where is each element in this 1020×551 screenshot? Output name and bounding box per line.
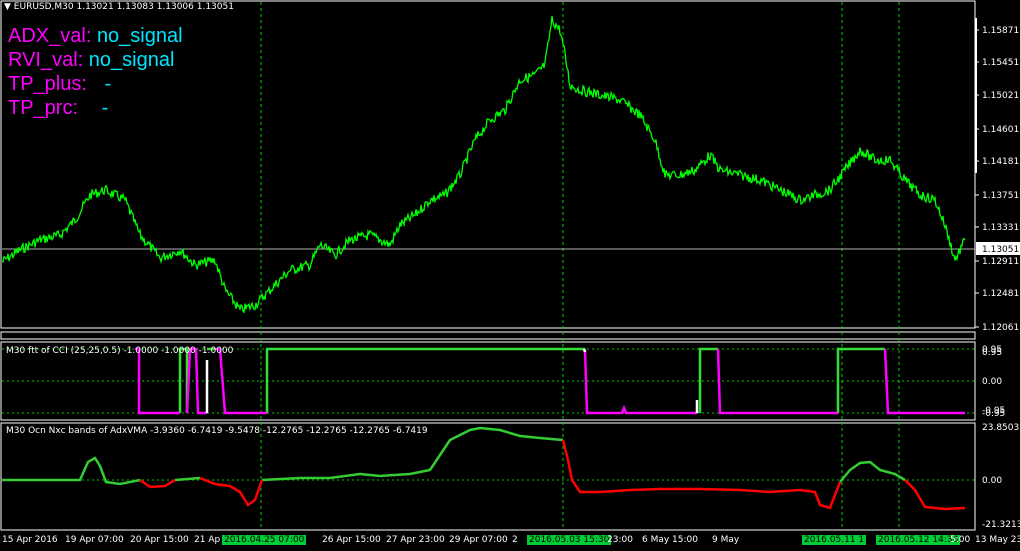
cci-levels (2, 348, 975, 414)
overlay-rvi: RVI_val: no_signal (8, 48, 174, 72)
price-axis: 1.15871 1.15451 1.15021 1.14601 1.14181 1.137… (975, 18, 1019, 333)
cci-tick-label: 0.95 (982, 348, 1002, 358)
date-axis-highlight-label: 2016.04.25 07:00 (222, 535, 307, 545)
date-axis-label: 13 May 23:00 (975, 535, 1020, 545)
cci-tick-label: 0.00 (982, 377, 1002, 387)
date-axis-label: 2 (512, 535, 518, 545)
overlay-label: TP_prc: (8, 97, 79, 119)
price-tick-label: 1.14181 (982, 157, 1019, 167)
dropdown-triangle-icon[interactable]: ▼ (4, 2, 11, 12)
overlay-label: TP_plus: (8, 73, 87, 95)
price-tick-label: 1.15021 (982, 91, 1019, 101)
price-tick-label: 1.15451 (982, 58, 1019, 68)
date-axis-label: 15 Apr 2016 (2, 535, 58, 545)
overlay-value: - (101, 97, 109, 119)
price-tick-label: 1.15871 (982, 26, 1019, 36)
overlay-tp-plus: TP_plus: - (8, 72, 111, 96)
date-axis-highlight-label: 2016.05.03 15:30 (527, 535, 612, 545)
price-tick-label: 1.14601 (982, 125, 1019, 135)
date-axis-label: 23:00 (607, 535, 633, 545)
adx-tick-label: 23.8503 (982, 423, 1019, 433)
price-tick-label: 1.13751 (982, 191, 1019, 201)
overlay-adx: ADX_val: no_signal (8, 24, 183, 48)
date-axis-label: 27 Apr 23:00 (386, 535, 445, 545)
current-price-label: 1.13051 (982, 245, 1019, 255)
cci-axis: 0.950.950.00-0.95-0.95 (982, 345, 1005, 419)
date-axis-label: 20 Apr 15:00 (130, 535, 189, 545)
date-axis-label: 26 Apr 15:00 (322, 535, 381, 545)
adx-axis: 23.8503 0.00 -21.3213 (982, 423, 1020, 530)
price-axis-scroll-bar[interactable] (975, 18, 977, 173)
chart-canvas[interactable]: 1.15871 1.15451 1.15021 1.14601 1.14181 1.137… (0, 0, 1020, 551)
date-axis-label: 5:00 (950, 535, 971, 545)
date-axis-label: 6 May 15:00 (642, 535, 698, 545)
price-tick-label: 1.12481 (982, 289, 1019, 299)
cci-down-line (135, 347, 965, 415)
adx-panel-title: M30 Ocn Nxc bands of AdxVMA -3.9360 -6.7… (6, 426, 428, 436)
cci-panel-title: M30 ftt of CCI (25,25,0.5) -1.0000 -1.00… (6, 346, 234, 356)
price-tick-label: 1.12911 (982, 257, 1019, 267)
date-axis-label: 19 Apr 07:00 (65, 535, 124, 545)
vertical-grid (260, 2, 900, 530)
overlay-label: RVI_val: (8, 49, 84, 71)
overlay-value: no_signal (88, 49, 175, 71)
overlay-value: - (104, 73, 112, 95)
date-axis-label: 9 May (712, 535, 740, 545)
date-axis-highlight-label: 2016.05.12 14:30 (876, 535, 961, 545)
adx-up-line (2, 426, 906, 486)
symbol-header: ▼ EURUSD,M30 1.13021 1.13083 1.13006 1.1… (4, 2, 234, 12)
adx-tick-label: -21.3213 (982, 520, 1020, 530)
adx-panel (0, 422, 976, 531)
overlay-tp-prc: TP_prc: - (8, 96, 108, 120)
adx-down-line (139, 439, 966, 511)
overlay-value: no_signal (96, 25, 183, 47)
cci-tick-label: -0.95 (982, 409, 1005, 419)
symbol-quote: EURUSD,M30 1.13021 1.13083 1.13006 1.130… (13, 2, 234, 12)
price-tick-label: 1.12061 (982, 323, 1019, 333)
date-axis-label: 29 Apr 07:00 (449, 535, 508, 545)
separator-strip (0, 331, 976, 340)
date-axis-label: 21 Ap (194, 535, 221, 545)
price-tick-label: 1.13331 (982, 223, 1019, 233)
date-axis-highlight-label: 2016.05.11 1 (802, 535, 867, 545)
overlay-label: ADX_val: (8, 25, 92, 47)
adx-tick-label: 0.00 (982, 476, 1002, 486)
